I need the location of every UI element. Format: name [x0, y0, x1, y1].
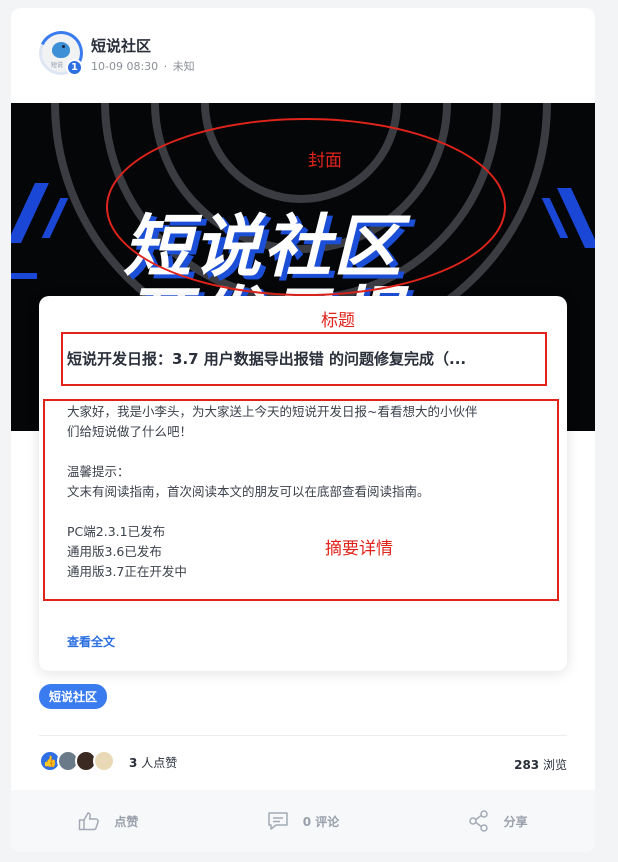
author-name[interactable]: 短说社区: [91, 35, 151, 56]
like-label: 点赞: [114, 814, 139, 829]
comment-label: 0 评论: [302, 814, 340, 829]
cover-shard: [41, 198, 69, 238]
like-count: 3: [129, 756, 138, 770]
post-status: 未知: [172, 60, 195, 73]
view-suffix: 浏览: [542, 758, 567, 772]
divider: [39, 735, 567, 736]
avatar-text: 短说: [51, 62, 64, 69]
action-bar: 点赞 0 评论 分享: [11, 790, 595, 852]
avatar[interactable]: 短说 1: [32, 24, 90, 82]
level-badge: 1: [66, 59, 83, 76]
view-count: 283: [514, 758, 540, 772]
cover-annotation-label: 封面: [308, 151, 342, 171]
cover-annotation-ellipse: [106, 118, 506, 296]
meta-separator: ·: [163, 60, 168, 73]
bird-logo-icon: [52, 42, 70, 58]
post-date: 10-09 08:30: [91, 60, 159, 73]
comment-button[interactable]: 0 评论: [206, 811, 401, 831]
title-annotation-box: [61, 332, 547, 386]
liker-avatar: [93, 750, 115, 772]
view-summary: 283 浏览: [514, 756, 567, 773]
topic-tag[interactable]: 短说社区: [39, 684, 108, 709]
share-button[interactable]: 分享: [400, 810, 595, 832]
cover-shard: [11, 273, 37, 279]
share-icon: [468, 810, 488, 832]
share-label: 分享: [503, 814, 528, 829]
thumbs-up-outline-icon: [79, 812, 100, 831]
post-meta: 10-09 08:30 · 未知: [91, 58, 197, 74]
title-annotation-label: 标题: [321, 311, 355, 331]
summary-annotation-label: 摘要详情: [325, 539, 393, 559]
like-button[interactable]: 点赞: [11, 811, 206, 831]
like-suffix: 人点赞: [141, 756, 178, 770]
comment-icon: [267, 812, 288, 830]
summary-annotation-box: [43, 399, 559, 601]
like-summary: 3 人点赞: [129, 754, 177, 771]
post-card: 短说 1 短说社区 10-09 08:30 · 未知 短说社区 开发日报 封面 …: [11, 8, 595, 852]
liker-avatars[interactable]: 👍: [39, 750, 115, 772]
cover-shard: [557, 188, 595, 248]
read-more-link[interactable]: 查看全文: [67, 633, 115, 650]
